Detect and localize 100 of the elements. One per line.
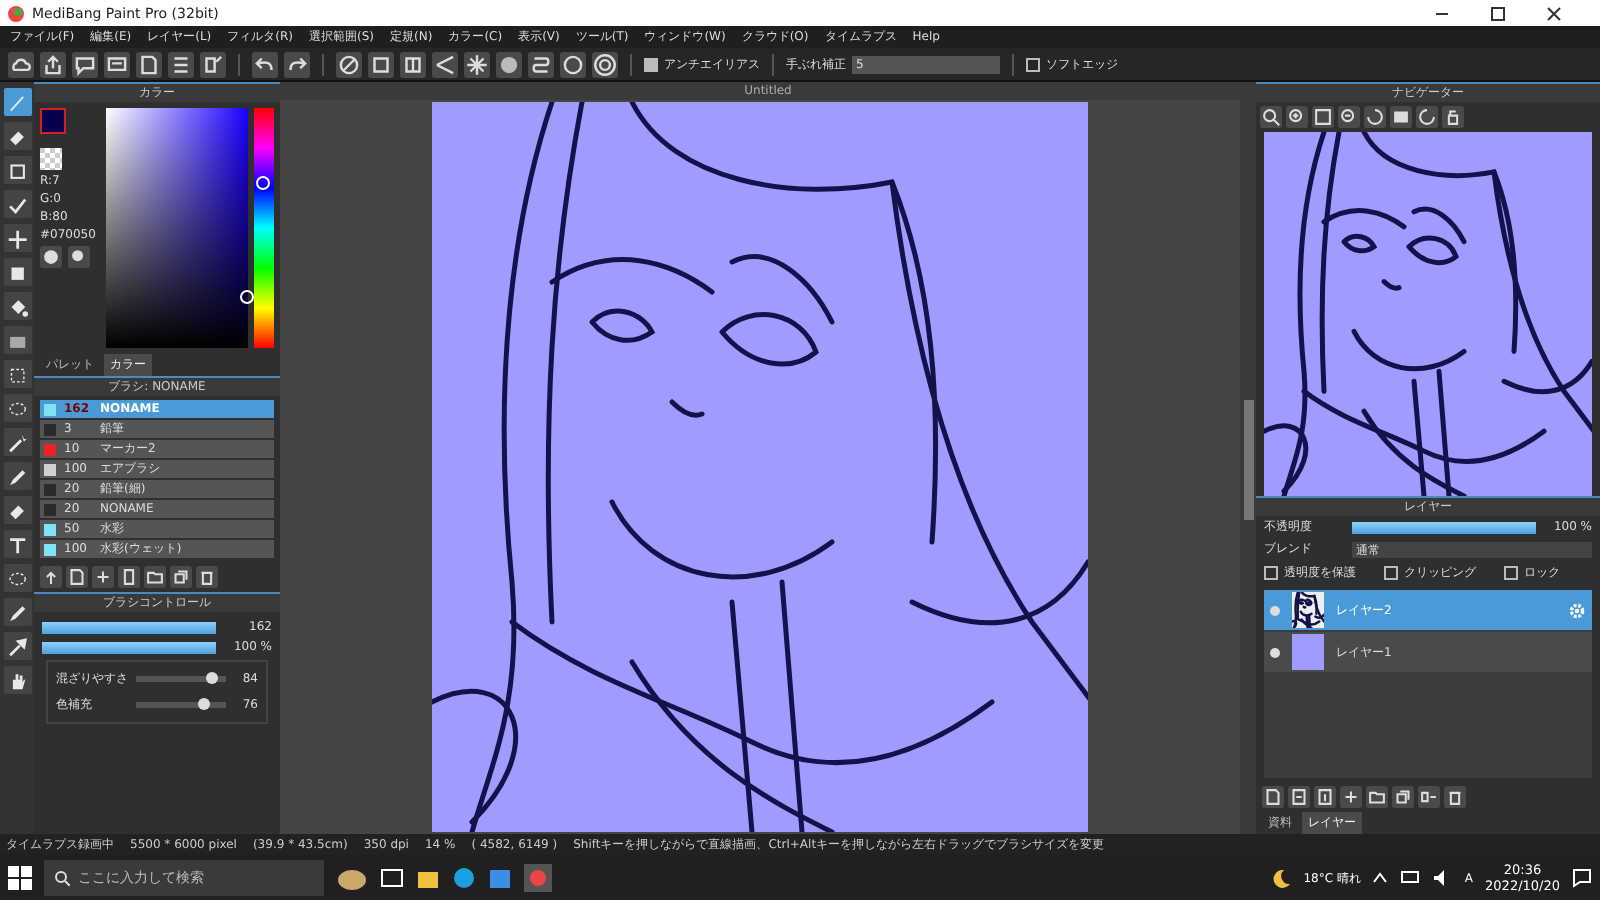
slider-thumb[interactable] [206,672,219,684]
hue-slider[interactable] [254,108,274,348]
new-page-icon[interactable] [66,566,88,588]
checkbox[interactable] [1504,566,1518,580]
tool-button[interactable] [3,88,31,116]
hue-handle[interactable] [256,176,270,191]
bucket-icon [6,295,28,317]
radial-snap-icon[interactable] [464,51,490,77]
visibility-dot[interactable] [1270,647,1280,657]
canvas[interactable] [432,102,1088,832]
slider-thumb[interactable] [198,698,211,710]
pen-icon [6,601,28,623]
square-icon [6,159,28,181]
brush-icon [6,91,28,113]
store-icon[interactable] [488,866,512,890]
tool-button[interactable] [3,394,31,422]
moon-icon [1271,868,1292,888]
pen-icon [6,465,28,487]
speech-bubble-icon[interactable] [72,51,98,77]
flip-icon[interactable] [1442,106,1464,128]
trash-icon[interactable] [196,566,218,588]
search-icon [54,870,70,886]
grid-snap-icon[interactable] [400,51,426,77]
navigator-preview[interactable] [1264,132,1592,496]
add-icon[interactable] [92,566,114,588]
redo-icon[interactable] [284,51,310,77]
tool-button[interactable] [3,156,31,184]
perspective-snap-icon[interactable] [432,51,458,77]
cloud-icon[interactable] [8,51,34,77]
network-icon[interactable] [1400,868,1421,888]
tool-button[interactable] [3,360,31,388]
checkbox[interactable] [1264,566,1278,580]
checkbox[interactable] [1026,57,1040,71]
browser-icon[interactable] [452,866,476,890]
tool-button[interactable] [3,292,31,320]
opacity-slider[interactable] [42,641,216,653]
duplicate-icon[interactable] [1392,786,1414,808]
rotate-left-icon[interactable] [1364,106,1386,128]
notification-icon[interactable] [1572,868,1592,888]
transparent-swatch[interactable] [40,148,62,170]
trash-icon[interactable] [1444,786,1466,808]
zoom-in-icon[interactable] [1260,106,1282,128]
check-icon [6,193,28,215]
zoom-in-icon[interactable] [1286,106,1308,128]
selection-icon [6,363,28,385]
new-layer-icon[interactable] [1262,786,1284,808]
fit-screen-icon[interactable] [1390,106,1412,128]
tool-button[interactable] [3,224,31,252]
tool-button[interactable] [3,632,31,660]
checkbox[interactable] [644,57,658,71]
concentric-snap-icon[interactable] [592,51,618,77]
folder-icon[interactable] [144,566,166,588]
circle-snap-icon[interactable] [496,51,522,77]
layer-export-icon[interactable] [1314,786,1336,808]
duplicate-icon[interactable] [170,566,192,588]
tool-button[interactable] [3,462,31,490]
layer-add-icon[interactable] [1288,786,1310,808]
list-icon[interactable] [168,51,194,77]
tool-button[interactable] [3,598,31,626]
foreground-color-swatch[interactable] [40,108,66,134]
chevron-up-icon[interactable] [1372,870,1389,886]
parallel-snap-icon[interactable] [368,51,394,77]
fit-icon[interactable] [1312,106,1334,128]
layer-opacity-slider[interactable] [1352,521,1536,533]
copy-page-icon[interactable] [118,566,140,588]
layer-thumbnail [1292,592,1324,628]
curve-snap-icon[interactable] [528,51,554,77]
tool-button[interactable] [3,428,31,456]
tool-button[interactable] [3,564,31,592]
size-slider[interactable] [42,621,216,633]
tool-button[interactable] [3,496,31,524]
tool-button[interactable] [3,326,31,354]
no-snap-icon[interactable] [336,51,362,77]
tool-button[interactable] [3,666,31,694]
checkbox[interactable] [1384,566,1398,580]
zoom-out-icon[interactable] [1338,106,1360,128]
dropper-icon [6,635,28,657]
swatch-icon[interactable] [68,246,90,268]
document-icon[interactable] [136,51,162,77]
rotate-right-icon[interactable] [1416,106,1438,128]
add-icon[interactable] [1340,786,1362,808]
lasso-icon [6,567,28,589]
folder-icon[interactable] [1366,786,1388,808]
visibility-dot[interactable] [1270,605,1280,615]
task-view-icon[interactable] [380,866,404,890]
tool-button[interactable] [3,190,31,218]
upload-icon[interactable] [40,566,62,588]
scrollbar-thumb[interactable] [1243,400,1253,520]
folder-icon[interactable] [416,866,440,890]
palette-icon[interactable] [40,246,62,268]
tool-button[interactable] [3,258,31,286]
slider-track[interactable] [136,676,227,682]
undo-icon[interactable] [252,51,278,77]
tool-button[interactable] [3,530,31,558]
slider-track[interactable] [136,702,227,708]
windows-start-icon[interactable] [8,866,32,890]
tool-button[interactable] [3,122,31,150]
ellipse-snap-icon[interactable] [560,51,586,77]
share-icon[interactable] [40,51,66,77]
color-picker[interactable] [106,108,248,348]
